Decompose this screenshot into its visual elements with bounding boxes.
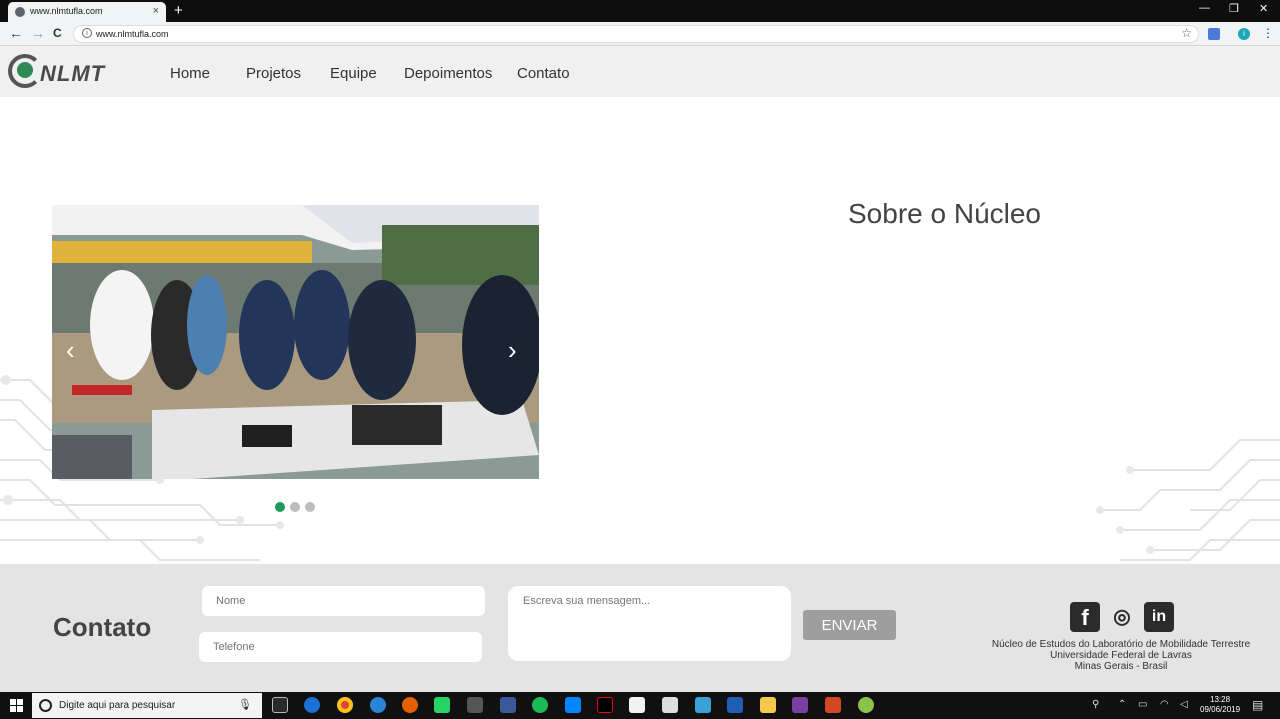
clock-date: 09/06/2019 [1200, 705, 1241, 714]
people-icon[interactable]: ⚲ [1092, 699, 1099, 710]
site-header: NLMT Home Projetos Equipe Depoimentos Co… [0, 46, 1280, 97]
firefox-icon[interactable] [402, 697, 418, 713]
chrome-icon[interactable] [337, 697, 353, 713]
cortana-icon [39, 699, 52, 712]
camera-icon[interactable] [467, 697, 483, 713]
carousel-dot-2[interactable] [290, 502, 300, 512]
browser-toolbar: ← → C i www.nlmtufla.com ☆ [0, 22, 1280, 46]
profile-avatar[interactable]: i [1238, 28, 1250, 40]
new-tab-button[interactable]: + [174, 2, 183, 19]
carousel-prev-arrow-icon[interactable]: ‹ [66, 337, 75, 363]
globe-icon [15, 7, 25, 17]
mail-icon[interactable] [662, 697, 678, 713]
netflix-icon[interactable] [597, 697, 613, 713]
nav-depoimentos[interactable]: Depoimentos [404, 65, 492, 82]
translate-extension-icon[interactable] [1208, 28, 1220, 40]
send-button[interactable]: ENVIAR [803, 610, 896, 640]
nav-equipe[interactable]: Equipe [330, 65, 377, 82]
notifications-icon[interactable]: ▤ [1252, 698, 1263, 712]
nav-contato[interactable]: Contato [517, 65, 570, 82]
instagram-icon[interactable]: ◎ [1107, 602, 1137, 632]
facebook-app-icon[interactable] [500, 697, 516, 713]
browser-tab-strip: www.nlmtufla.com × + — ❐ ✕ [0, 0, 1280, 22]
address-bar[interactable]: i www.nlmtufla.com ☆ [73, 25, 1199, 43]
logo-globe-icon [17, 62, 33, 78]
linkedin-icon[interactable]: in [1144, 602, 1174, 632]
store-icon[interactable] [629, 697, 645, 713]
carousel-photo [52, 205, 539, 479]
close-tab-icon[interactable]: × [153, 5, 159, 17]
nlmt-logo[interactable]: NLMT [8, 52, 123, 92]
taskbar-search-box[interactable]: Digite aqui para pesquisar 🎙 [32, 693, 262, 718]
file-explorer-icon[interactable] [760, 697, 776, 713]
volume-icon[interactable]: ◁ [1180, 699, 1188, 710]
browser-menu-icon[interactable]: ⋮ [1262, 26, 1274, 40]
wifi-icon[interactable]: ◠ [1160, 699, 1169, 710]
app-icon[interactable] [858, 697, 874, 713]
carousel-next-arrow-icon[interactable]: › [508, 337, 517, 363]
browser-tab[interactable]: www.nlmtufla.com × [8, 2, 166, 22]
clock-time: 13:28 [1210, 695, 1231, 704]
nav-projetos[interactable]: Projetos [246, 65, 301, 82]
nav-home[interactable]: Home [170, 65, 210, 82]
facebook-icon[interactable]: f [1070, 602, 1100, 632]
whatsapp-icon[interactable] [434, 697, 450, 713]
address-line-2: Universidade Federal de Lavras [1050, 650, 1192, 661]
carousel-dot-1[interactable] [275, 502, 285, 512]
system-clock[interactable]: 13:28 09/06/2019 [1200, 695, 1240, 715]
message-field[interactable] [508, 586, 791, 661]
logo-text: NLMT [40, 61, 106, 86]
name-field[interactable] [202, 586, 485, 616]
edge-icon[interactable] [304, 697, 320, 713]
chevron-up-icon[interactable]: ⌃ [1118, 699, 1126, 710]
task-view-icon[interactable] [272, 697, 288, 713]
onenote-icon[interactable] [792, 697, 808, 713]
photos-icon[interactable] [695, 697, 711, 713]
taskbar-search-placeholder: Digite aqui para pesquisar [59, 700, 176, 711]
powerpoint-icon[interactable] [825, 697, 841, 713]
carousel-dot-3[interactable] [305, 502, 315, 512]
address-line-1: Núcleo de Estudos do Laboratório de Mobi… [991, 639, 1251, 650]
address-line-3: Minas Gerais - Brasil [1074, 661, 1168, 672]
about-title: Sobre o Núcleo [848, 198, 1042, 229]
image-carousel[interactable]: ‹ › [52, 205, 539, 479]
security-shield-icon[interactable] [727, 697, 743, 713]
windows-start-icon[interactable] [10, 699, 23, 712]
contact-title: Contato [53, 612, 152, 642]
contact-section: Contato ENVIAR f ◎ in Núcleo de Estudos … [0, 564, 1280, 692]
minimize-icon[interactable]: — [1199, 2, 1210, 14]
reload-icon[interactable]: C [53, 26, 62, 40]
internet-explorer-icon[interactable] [370, 697, 386, 713]
microphone-icon[interactable]: 🎙 [238, 698, 252, 711]
restore-icon[interactable]: ❐ [1229, 2, 1239, 15]
windows-taskbar: Digite aqui para pesquisar 🎙 ⚲ ⌃ ▭ ◠ ◁ 1… [0, 692, 1280, 719]
back-icon[interactable]: ← [9, 25, 23, 41]
info-icon[interactable]: i [82, 28, 92, 38]
phone-field[interactable] [199, 632, 482, 662]
tab-title: www.nlmtufla.com [30, 6, 103, 16]
battery-icon[interactable]: ▭ [1138, 699, 1147, 710]
bookmark-star-icon[interactable]: ☆ [1181, 26, 1192, 40]
forward-icon[interactable]: → [31, 25, 45, 41]
url-text[interactable]: www.nlmtufla.com [96, 29, 169, 39]
close-window-icon[interactable]: ✕ [1259, 2, 1268, 15]
messenger-icon[interactable] [565, 697, 581, 713]
spotify-icon[interactable] [532, 697, 548, 713]
